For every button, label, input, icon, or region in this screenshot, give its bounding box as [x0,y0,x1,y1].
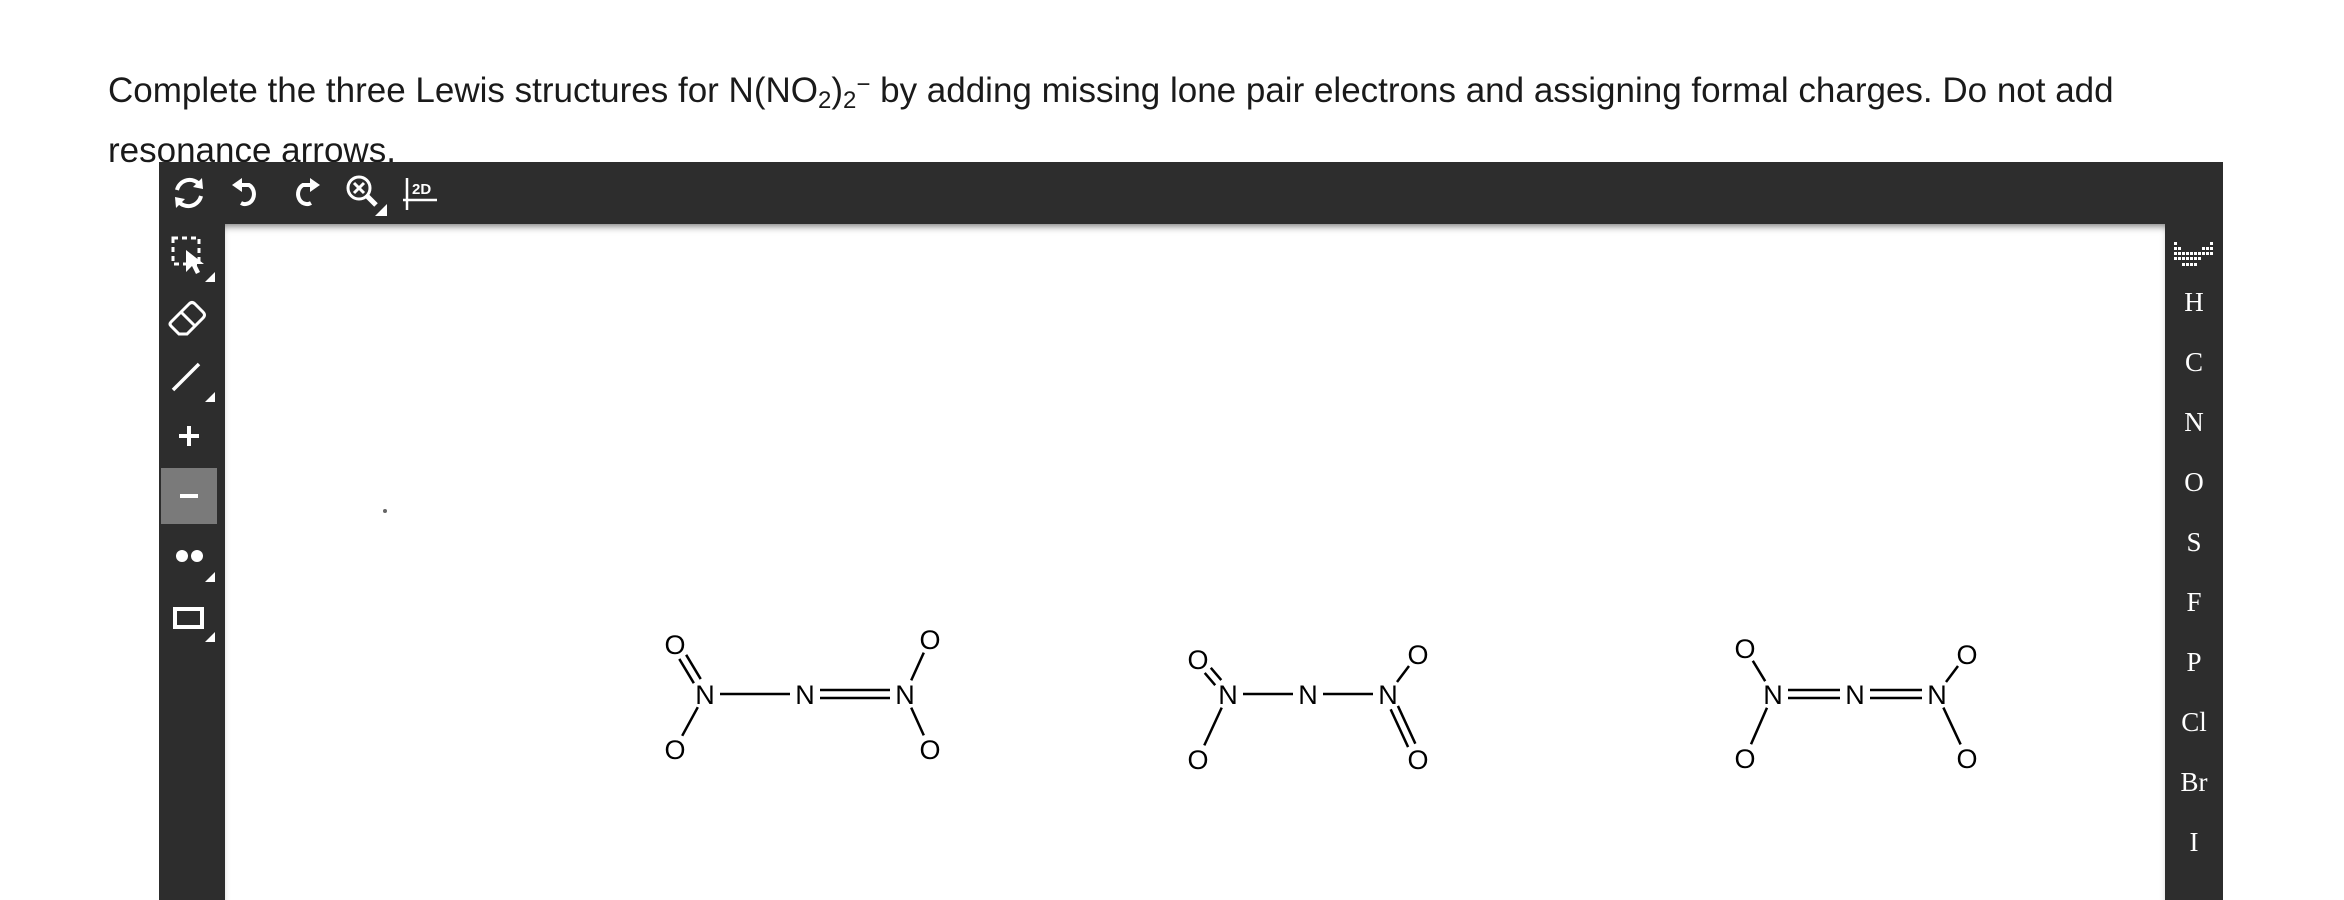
single-bond[interactable] [910,707,925,736]
undo-button[interactable] [223,170,271,216]
atom-n[interactable]: N [1763,680,1783,710]
element-button-i[interactable]: I [2165,814,2223,870]
atom-n[interactable]: N [1218,680,1238,710]
single-bond[interactable] [681,706,699,737]
atom-n[interactable]: N [1845,680,1865,710]
negative-charge-tool[interactable] [161,468,217,524]
atom-n[interactable]: N [1927,680,1947,710]
redo-button[interactable] [281,170,329,216]
stray-dot [383,509,387,513]
select-tool-button[interactable] [161,228,217,284]
element-button-c[interactable]: C [2165,334,2223,390]
atom-n[interactable]: N [1298,680,1318,710]
shape-tool-button[interactable] [161,588,217,644]
tool-options-indicator [205,632,215,642]
zoom-icon [346,175,387,216]
element-button-br[interactable]: Br [2165,754,2223,810]
plus-icon [179,426,199,446]
periodic-table-button[interactable] [2172,238,2216,268]
tool-options-indicator [205,272,215,282]
molecule-drawing: ONON NOOONON NOOONON NOO [383,509,1978,775]
eraser-tool-button[interactable] [161,288,217,344]
atom-o[interactable]: O [1734,744,1755,774]
atom-o[interactable]: O [1407,640,1428,670]
atom-o[interactable]: O [919,735,940,765]
element-button-n[interactable]: N [2165,394,2223,450]
minus-icon [180,494,198,498]
zoom-button[interactable] [339,170,387,216]
atom-o[interactable]: O [1407,745,1428,775]
atom-o[interactable]: O [664,630,685,660]
single-bond[interactable] [1942,707,1962,745]
element-button-f[interactable]: F [2165,574,2223,630]
atom-n[interactable]: N [695,680,715,710]
left-toolbar [159,224,221,900]
atom-n[interactable]: N [895,680,915,710]
clean-2d-button[interactable]: 2D [397,170,445,216]
tool-options-indicator [205,572,215,582]
question-text: Complete the three Lewis structures for … [108,71,2114,170]
clean-2d-icon: 2D [403,178,437,210]
clear-canvas-icon [175,177,203,209]
single-bond[interactable] [1749,707,1769,745]
svg-text:2D: 2D [412,181,431,198]
element-button-h[interactable]: H [2165,274,2223,330]
structure-editor: 2D O N O N N O O O N O N N O O O N O N N… [159,162,2223,900]
positive-charge-tool[interactable] [161,408,217,464]
drawing-canvas[interactable]: ONONNOOONONNOOONONNOO [225,224,2165,900]
atom-o[interactable]: O [1956,744,1977,774]
bond-tool-button[interactable] [161,348,217,404]
element-button-p[interactable]: P [2165,634,2223,690]
top-toolbar: 2D [159,162,2223,224]
single-bond[interactable] [910,652,925,681]
double-bond[interactable] [1209,666,1223,681]
element-button-s[interactable]: S [2165,514,2223,570]
single-bond[interactable] [1203,707,1223,746]
atom-n[interactable]: N [1378,680,1398,710]
atom-o[interactable]: O [919,625,940,655]
double-bond[interactable] [1396,705,1417,745]
redo-icon [296,178,320,207]
periodic-table-icon [2174,242,2213,266]
element-toolbar: H C N O S F P Cl Br I [2165,224,2223,900]
lone-pair-tool-button[interactable] [161,528,217,584]
atom-o[interactable]: O [664,735,685,765]
eraser-tool-icon [168,301,206,336]
tool-options-indicator [205,392,215,402]
clear-canvas-button[interactable] [165,170,213,216]
atom-o[interactable]: O [1734,634,1755,664]
atom-n[interactable]: N [795,680,815,710]
atom-o[interactable]: O [1187,645,1208,675]
atom-o[interactable]: O [1187,745,1208,775]
atom-o[interactable]: O [1956,640,1977,670]
element-button-o[interactable]: O [2165,454,2223,510]
undo-icon [232,178,256,207]
double-bond[interactable] [1389,708,1410,748]
element-button-cl[interactable]: Cl [2165,694,2223,750]
